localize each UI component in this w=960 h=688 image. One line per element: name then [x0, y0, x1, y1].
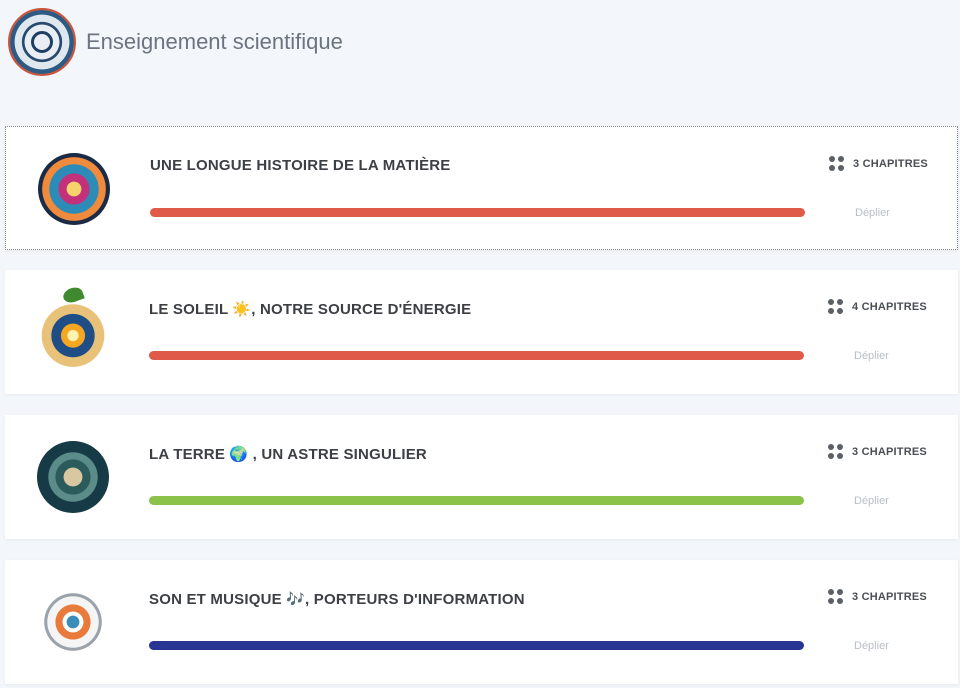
expand-button[interactable]: Déplier	[855, 207, 890, 219]
expand-button[interactable]: Déplier	[854, 495, 889, 507]
chapter-count-label: 4 CHAPITRES	[852, 301, 927, 313]
module-title[interactable]: SON ET MUSIQUE 🎶, PORTEURS D'INFORMATION	[149, 590, 525, 608]
chapter-count-label: 3 CHAPITRES	[853, 158, 928, 170]
module-title[interactable]: UNE LONGUE HISTOIRE DE LA MATIÈRE	[150, 157, 451, 174]
module-card[interactable]: UNE LONGUE HISTOIRE DE LA MATIÈRE 3 CHAP…	[5, 126, 958, 250]
chapters-grid-icon	[828, 589, 844, 605]
chapter-count-label: 3 CHAPITRES	[852, 446, 927, 458]
sun-energy-illustration-icon	[37, 285, 109, 368]
chapters-grid-icon	[829, 156, 845, 172]
ear-sound-illustration-icon	[37, 586, 109, 658]
module-color-bar	[149, 641, 804, 650]
module-card[interactable]: SON ET MUSIQUE 🎶, PORTEURS D'INFORMATION…	[5, 560, 958, 684]
chapter-count: 3 CHAPITRES	[828, 589, 927, 605]
chapter-count: 3 CHAPITRES	[828, 444, 927, 460]
earth-illustration-icon	[37, 441, 109, 513]
app-header: Enseignement scientifique	[8, 8, 343, 76]
chapter-count-label: 3 CHAPITRES	[852, 591, 927, 603]
module-card[interactable]: LE SOLEIL ☀️, NOTRE SOURCE D'ÉNERGIE 4 C…	[5, 270, 958, 394]
chapter-count: 3 CHAPITRES	[829, 156, 928, 172]
page-title: Enseignement scientifique	[86, 29, 343, 54]
chapter-count: 4 CHAPITRES	[828, 299, 927, 315]
molecule-illustration-icon	[38, 153, 110, 225]
module-title[interactable]: LA TERRE 🌍 , UN ASTRE SINGULIER	[149, 445, 427, 463]
expand-button[interactable]: Déplier	[854, 350, 889, 362]
module-card[interactable]: LA TERRE 🌍 , UN ASTRE SINGULIER 3 CHAPIT…	[5, 415, 958, 539]
science-emblem-icon	[8, 8, 76, 76]
module-color-bar	[149, 351, 804, 360]
expand-button[interactable]: Déplier	[854, 640, 889, 652]
chapters-grid-icon	[828, 299, 844, 315]
module-title[interactable]: LE SOLEIL ☀️, NOTRE SOURCE D'ÉNERGIE	[149, 300, 471, 318]
chapters-grid-icon	[828, 444, 844, 460]
module-color-bar	[149, 496, 804, 505]
module-color-bar	[150, 208, 805, 217]
